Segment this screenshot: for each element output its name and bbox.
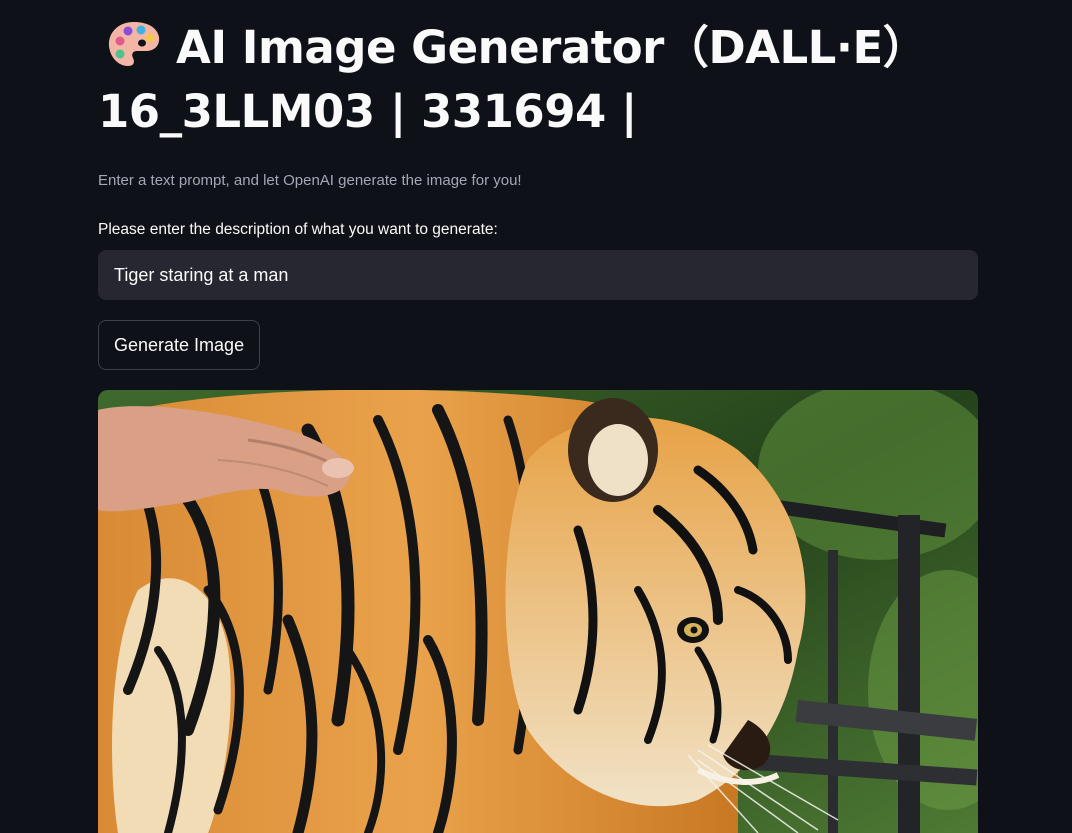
title-line-2: 16_3LLM03 | 331694 | [98, 85, 637, 138]
prompt-input[interactable] [98, 250, 978, 300]
page-title: AI Image Generator（DALL·E） 16_3LLM03 | 3… [98, 16, 978, 144]
generate-image-button[interactable]: Generate Image [98, 320, 261, 370]
prompt-label: Please enter the description of what you… [98, 221, 498, 238]
generated-image [98, 390, 978, 833]
tiger-image [98, 390, 978, 833]
title-line-1: AI Image Generator（DALL·E） [176, 21, 928, 74]
artist-palette-icon [108, 22, 160, 66]
subtitle: Enter a text prompt, and let OpenAI gene… [98, 172, 522, 189]
